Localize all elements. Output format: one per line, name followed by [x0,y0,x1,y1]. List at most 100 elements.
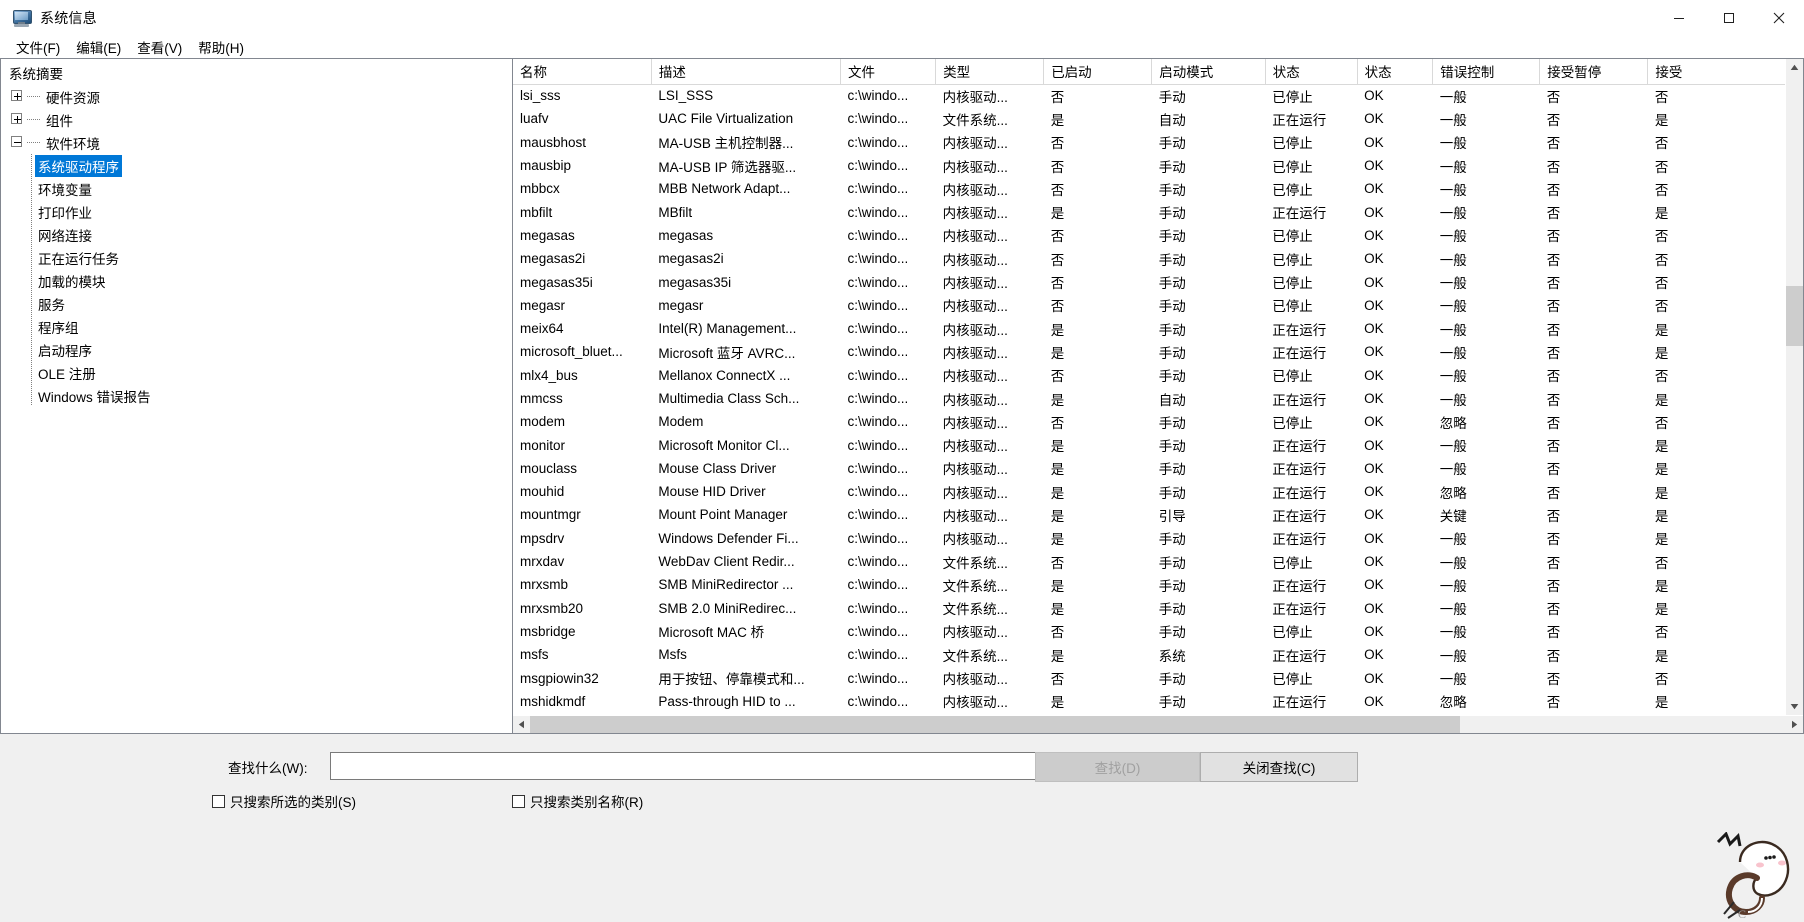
tree-group-components[interactable]: 组件 [1,108,512,131]
table-row[interactable]: mouclass Mouse Class Driver c:\windo... 内核驱… [513,457,1785,480]
expand-plus-icon[interactable] [11,113,24,126]
table-row[interactable]: mausbhost MA-USB 主机控制器... c:\windo... 内核驱动.… [513,131,1785,154]
cell-start-mode: 手动 [1158,206,1186,222]
table-row[interactable]: luafv UAC File Virtualization c:\windo... 文… [513,107,1785,130]
table-row[interactable]: mouhid Mouse HID Driver c:\windo... 内核驱动...… [513,480,1785,503]
table-row[interactable]: mshidkmdf Pass-through HID to ... c:\windo… [513,690,1785,713]
sidebar-item-windows-error-reporting[interactable]: Windows 错误报告 [1,384,512,407]
cell-status: OK [1364,437,1384,453]
search-selected-category-checkbox[interactable]: 只搜索所选的类别(S) [212,791,356,811]
search-category-names-checkbox[interactable]: 只搜索类别名称(R) [512,791,643,811]
sidebar-item-loaded-modules[interactable]: 加载的模块 [1,269,512,292]
table-row[interactable]: mmcss Multimedia Class Sch... c:\windo... 内… [513,387,1785,410]
find-button[interactable]: 查找(D) [1035,752,1200,782]
cell-accept-stop: 是 [1654,112,1669,128]
cell-accept-stop: 是 [1654,648,1669,664]
close-button[interactable] [1754,0,1804,36]
cell-name: megasr [520,297,566,313]
sidebar-item-ole-registration[interactable]: OLE 注册 [1,361,512,384]
menu-file[interactable]: 文件(F) [8,35,68,59]
horizontal-scroll-thumb[interactable] [530,716,1460,733]
table-row[interactable]: megasas2i megasas2i c:\windo... 内核驱动... 否 手动 已… [513,247,1785,270]
find-input[interactable] [330,752,1038,780]
sidebar-item-services[interactable]: 服务 [1,292,512,315]
sidebar-item-program-groups[interactable]: 程序组 [1,315,512,338]
column-header-accept-pause[interactable]: 接受暂停 [1539,59,1649,85]
table-row[interactable]: megasas megasas c:\windo... 内核驱动... 否 手动 已停止 OK… [513,224,1785,247]
scroll-down-arrow-icon[interactable] [1786,698,1803,715]
cell-file: c:\windo... [847,507,909,523]
cell-name: megasas35i [520,274,593,290]
vertical-scroll-thumb[interactable] [1786,286,1803,346]
sidebar-item-print-jobs[interactable]: 打印作业 [1,200,512,223]
table-row[interactable]: mbbcx MBB Network Adapt... c:\windo... 内核驱动… [513,177,1785,200]
table-row[interactable]: lsi_sss LSI_SSS c:\windo... 内核驱动... 否 手动 已停止 OK… [513,84,1785,107]
table-row[interactable]: megasr megasr c:\windo... 内核驱动... 否 手动 已停止 OK 一般… [513,294,1785,317]
table-row[interactable]: mausbip MA-USB IP 筛选器驱... c:\windo... 内核驱动.… [513,154,1785,177]
sidebar-item-startup-programs[interactable]: 启动程序 [1,338,512,361]
cell-error-control: 忽略 [1439,695,1467,711]
close-find-button[interactable]: 关闭查找(C) [1200,752,1358,782]
cell-file: c:\windo... [847,88,909,104]
column-header-file[interactable]: 文件 [840,59,937,85]
scroll-right-arrow-icon[interactable] [1786,716,1803,733]
maximize-button[interactable] [1704,0,1754,36]
cell-start-mode: 手动 [1158,136,1186,152]
cell-started: 是 [1050,206,1065,222]
table-row[interactable]: mountmgr Mount Point Manager c:\windo... 内核… [513,503,1785,526]
cell-state: 已停止 [1272,672,1313,688]
column-header-started[interactable]: 已启动 [1043,59,1153,85]
column-header-accept-stop[interactable]: 接受 [1647,59,1785,85]
column-header-status[interactable]: 状态 [1357,59,1434,85]
table-row[interactable]: meix64 Intel(R) Management... c:\windo... 内… [513,317,1785,340]
table-row[interactable]: mpsdrv Windows Defender Fi... c:\windo... 内… [513,527,1785,550]
table-row[interactable]: msfs Msfs c:\windo... 文件系统... 是 系统 正在运行 OK 一般 否 是 [513,643,1785,666]
table-row[interactable]: mrxsmb SMB MiniRedirector ... c:\windo... 文… [513,573,1785,596]
table-row[interactable]: microsoft_bluet... Microsoft 蓝牙 AVRC... c:… [513,340,1785,363]
tree-group-hardware-resources[interactable]: 硬件资源 [1,85,512,108]
table-row[interactable]: mrxdav WebDav Client Redir... c:\windo... 文… [513,550,1785,573]
vertical-scrollbar[interactable] [1785,59,1803,715]
horizontal-scrollbar[interactable] [513,715,1803,733]
scroll-left-arrow-icon[interactable] [513,716,530,733]
cell-started: 否 [1050,415,1065,431]
sidebar-item-system-drivers[interactable]: 系统驱动程序 [1,154,512,177]
column-header-type[interactable]: 类型 [935,59,1045,85]
horizontal-scroll-track[interactable] [530,716,1786,733]
checkbox-icon[interactable] [212,794,225,808]
table-row[interactable]: mlx4_bus Mellanox ConnectX ... c:\windo...… [513,364,1785,387]
table-row[interactable]: monitor Microsoft Monitor Cl... c:\windo..… [513,433,1785,456]
expand-plus-icon[interactable] [11,90,24,103]
sidebar-item-running-tasks[interactable]: 正在运行任务 [1,246,512,269]
table-row[interactable]: modem Modem c:\windo... 内核驱动... 否 手动 已停止 OK 忽略 否 否 [513,410,1785,433]
column-header-name[interactable]: 名称 [513,59,652,85]
sidebar-item-network-connections[interactable]: 网络连接 [1,223,512,246]
column-header-description[interactable]: 描述 [651,59,842,85]
table-row[interactable]: megasas35i megasas35i c:\windo... 内核驱动... 否 手… [513,270,1785,293]
minimize-button[interactable] [1654,0,1704,36]
table-row[interactable]: mbfilt MBfilt c:\windo... 内核驱动... 是 手动 正在运行 OK 一… [513,200,1785,223]
cell-error-control: 一般 [1439,672,1467,688]
cell-accept-pause: 否 [1546,112,1561,128]
cell-accept-stop: 否 [1654,672,1669,688]
scroll-up-arrow-icon[interactable] [1786,59,1803,76]
column-header-start-mode[interactable]: 启动模式 [1151,59,1266,85]
tree-group-software-environment[interactable]: 软件环境 [1,131,512,154]
column-header-error-control[interactable]: 错误控制 [1432,59,1541,85]
menu-help[interactable]: 帮助(H) [190,35,252,59]
menu-view[interactable]: 查看(V) [129,35,190,59]
sidebar-item-environment-variables[interactable]: 环境变量 [1,177,512,200]
collapse-minus-icon[interactable] [11,136,24,149]
cell-accept-stop: 是 [1654,532,1669,548]
tree-root-system-summary[interactable]: 系统摘要 [1,59,512,85]
table-row[interactable]: msgpiowin32 用于按钮、停靠模式和... c:\windo... 内核驱动.… [513,666,1785,689]
checkbox-icon[interactable] [512,794,525,808]
cell-error-control: 一般 [1439,159,1467,175]
vertical-scroll-track[interactable] [1786,76,1803,698]
table-row[interactable]: mrxsmb20 SMB 2.0 MiniRedirec... c:\windo..… [513,597,1785,620]
cell-status: OK [1364,507,1384,523]
column-header-state[interactable]: 状态 [1265,59,1358,85]
cell-started: 否 [1050,159,1065,175]
table-row[interactable]: msbridge Microsoft MAC 桥 c:\windo... 内核驱动..… [513,620,1785,643]
menu-edit[interactable]: 编辑(E) [68,35,129,59]
